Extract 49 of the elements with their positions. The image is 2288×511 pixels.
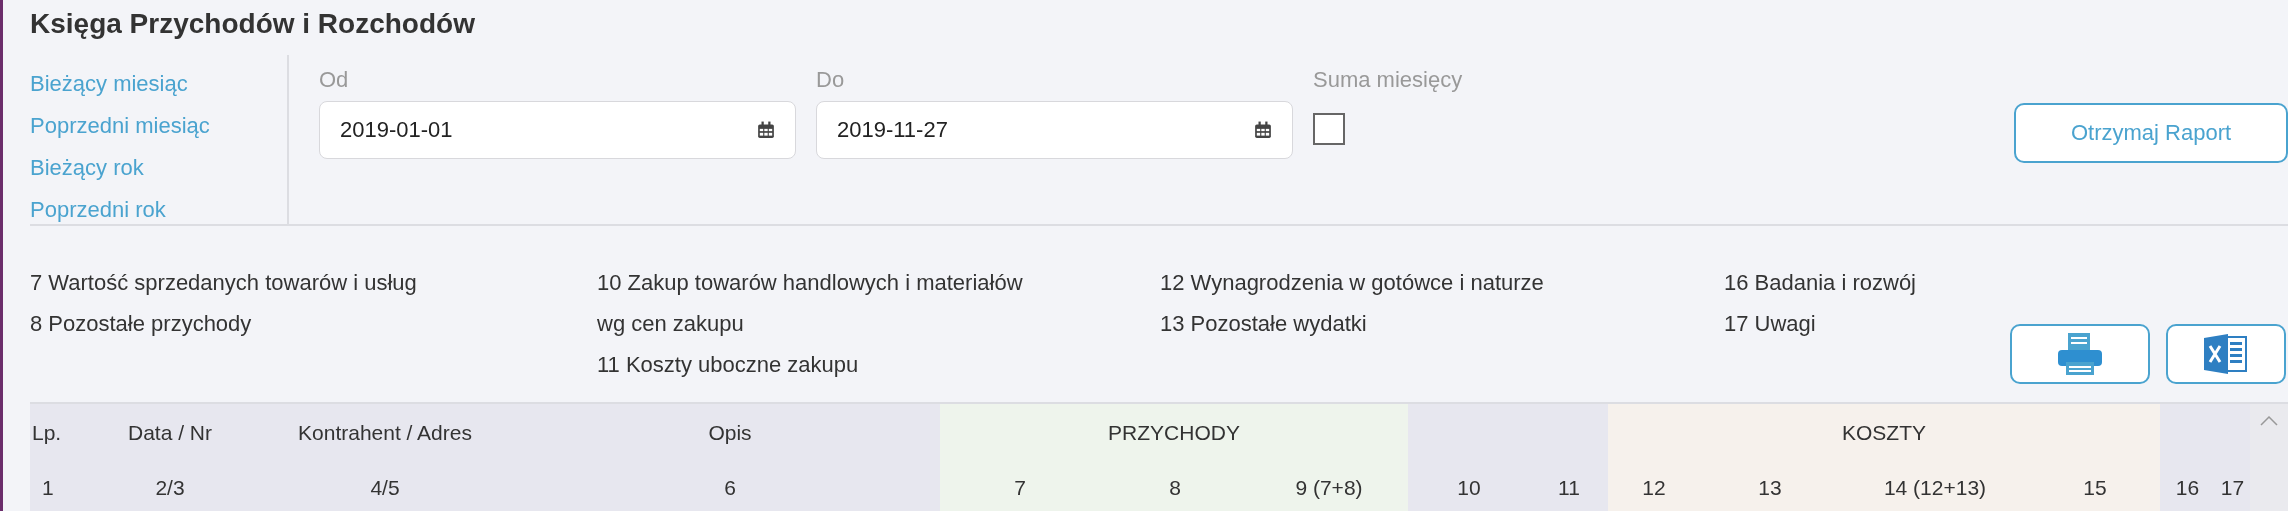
- column-number: 6: [520, 461, 940, 511]
- legend-item: 17 Uwagi: [1724, 310, 1816, 338]
- period-link[interactable]: Poprzedni miesiąc: [30, 105, 210, 147]
- legend-item: 8 Pozostałe przychody: [30, 310, 252, 338]
- field-label: Od: [319, 66, 350, 94]
- column-number: 2/3: [90, 461, 250, 511]
- date-field[interactable]: 2019-01-01: [319, 101, 796, 159]
- period-link[interactable]: Poprzedni rok: [30, 189, 166, 231]
- legend-item: 13 Pozostałe wydatki: [1160, 310, 1367, 338]
- column-header: Opis: [520, 404, 940, 462]
- date-field[interactable]: 2019-11-27: [816, 101, 1293, 159]
- column-header: Data / Nr: [90, 404, 250, 462]
- column-number: 14 (12+13): [1840, 461, 2030, 511]
- calendar-icon: [1254, 121, 1272, 139]
- column-group-header: PRZYCHODY: [940, 404, 1408, 462]
- print-pdf-button[interactable]: [2010, 324, 2150, 384]
- column-number: 17: [2215, 461, 2250, 511]
- period-link[interactable]: Bieżący miesiąc: [30, 63, 188, 105]
- checkbox-label: Suma miesięcy: [1313, 66, 1463, 94]
- page-title: Księga Przychodów i Rozchodów: [30, 7, 476, 41]
- spreadsheet-icon: [2204, 334, 2248, 374]
- calendar-icon: [757, 121, 775, 139]
- scrollbar[interactable]: [2250, 404, 2288, 511]
- column-number: 1: [30, 461, 90, 511]
- column-number: 13: [1700, 461, 1840, 511]
- column-number: 11: [1530, 461, 1608, 511]
- caret-up-icon: [2260, 416, 2278, 426]
- field-label: Do: [816, 66, 846, 94]
- legend-item: 7 Wartość sprzedanych towarów i usług: [30, 269, 417, 297]
- checkbox[interactable]: [1313, 113, 1345, 145]
- legend-item: 11 Koszty uboczne zakupu: [597, 351, 859, 379]
- column-number: 15: [2030, 461, 2160, 511]
- column-number: 12: [1608, 461, 1700, 511]
- excel-export-button[interactable]: [2166, 324, 2286, 384]
- get-report-button[interactable]: Otrzymaj Raport: [2014, 103, 2288, 163]
- column-group-header: KOSZTY: [1608, 404, 2160, 462]
- column-number: 9 (7+8): [1250, 461, 1408, 511]
- column-number: 8: [1100, 461, 1250, 511]
- legend-item: 10 Zakup towarów handlowych i materiałów wg cen zakupu: [597, 269, 1024, 338]
- printer-icon: [2056, 333, 2104, 375]
- period-link[interactable]: Bieżący rok: [30, 147, 144, 189]
- column-header: Kontrahent / Adres: [250, 404, 520, 462]
- column-header: Lp.: [30, 404, 90, 462]
- column-number: 4/5: [250, 461, 520, 511]
- legend-item: 16 Badania i rozwój: [1724, 269, 1916, 297]
- column-number: 16: [2160, 461, 2215, 511]
- column-number: 7: [940, 461, 1100, 511]
- column-number: 10: [1408, 461, 1530, 511]
- legend-item: 12 Wynagrodzenia w gotówce i naturze: [1160, 269, 1544, 297]
